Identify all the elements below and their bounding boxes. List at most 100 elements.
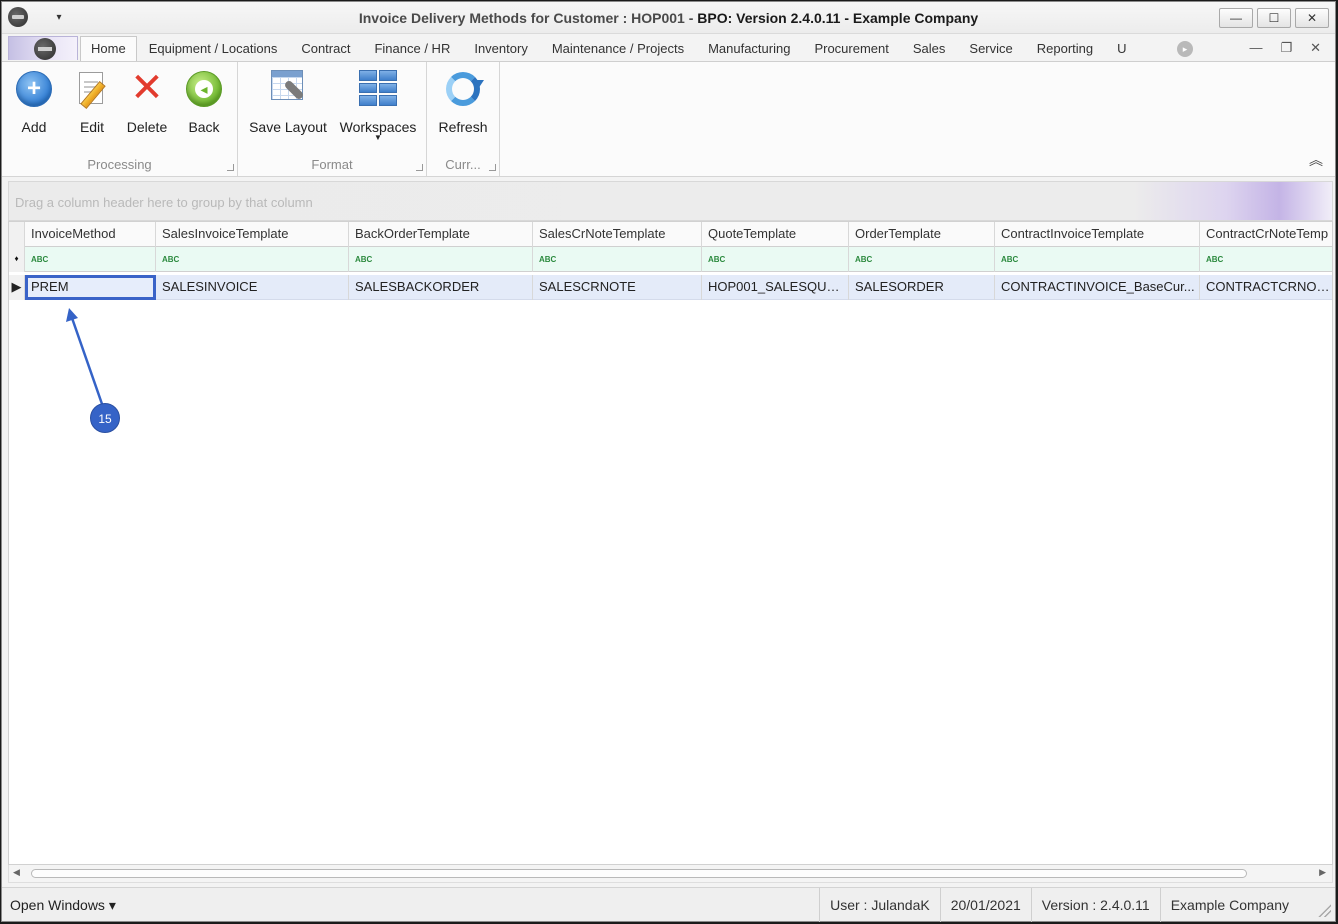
workspaces-dropdown-icon: ▼	[374, 133, 382, 142]
status-items: User : JulandaK 20/01/2021 Version : 2.4…	[819, 888, 1299, 922]
delete-icon: ✕	[130, 66, 164, 110]
collapse-ribbon-icon[interactable]: ︽	[1309, 150, 1323, 170]
filter-abc-icon: ABC	[162, 255, 180, 264]
tab-contract[interactable]: Contract	[289, 36, 362, 62]
group-by-hint: Drag a column header here to group by th…	[15, 195, 313, 210]
filter-cell-backordertemplate[interactable]: ABC	[349, 247, 533, 272]
add-icon: +	[16, 71, 52, 107]
back-icon: ◂	[186, 71, 222, 107]
window-title: Invoice Delivery Methods for Customer : …	[2, 10, 1335, 26]
ribbon-group-label-format: Format	[311, 157, 353, 172]
application-menu-button[interactable]	[8, 36, 78, 60]
row-indicator-icon: ▶	[9, 275, 25, 300]
window-title-version: BPO: Version 2.4.0.11 - Example Company	[697, 10, 979, 26]
filter-cell-contractinvoicetemplate[interactable]: ABC	[995, 247, 1200, 272]
delete-button-label: Delete	[126, 119, 168, 135]
processing-dialog-launcher-icon[interactable]	[227, 164, 234, 171]
filter-cell-contractcrnotetemplate[interactable]: ABC	[1200, 247, 1332, 272]
current-dialog-launcher-icon[interactable]	[489, 164, 496, 171]
ribbon-tab-strip: Home Equipment / Locations Contract Fina…	[2, 34, 1335, 62]
tab-sales[interactable]: Sales	[901, 36, 958, 62]
scrollbar-thumb[interactable]	[31, 869, 1247, 878]
filter-cell-quotetemplate[interactable]: ABC	[702, 247, 849, 272]
cell-quotetemplate[interactable]: HOP001_SALESQUOTE	[702, 275, 849, 300]
column-header-salescrnotetemplate[interactable]: SalesCrNoteTemplate	[533, 222, 702, 247]
mdi-close-button[interactable]: ✕	[1310, 40, 1321, 56]
group-by-panel[interactable]: Drag a column header here to group by th…	[8, 181, 1333, 221]
column-header-invoicemethod[interactable]: InvoiceMethod	[25, 222, 156, 247]
refresh-icon	[446, 72, 484, 106]
save-layout-button[interactable]: Save Layout	[246, 66, 330, 146]
app-menu-logo-icon	[34, 38, 56, 60]
status-user: User : JulandaK	[819, 888, 940, 922]
column-header-backordertemplate[interactable]: BackOrderTemplate	[349, 222, 533, 247]
annotation-step-badge: 15	[90, 403, 120, 433]
column-header-salesinvoicetemplate[interactable]: SalesInvoiceTemplate	[156, 222, 349, 247]
edit-icon	[73, 70, 111, 110]
filter-row-pin-icon: ♦	[9, 247, 25, 272]
save-layout-button-label: Save Layout	[249, 119, 327, 135]
refresh-button-label: Refresh	[438, 119, 488, 135]
tab-equipment-locations[interactable]: Equipment / Locations	[137, 36, 290, 62]
minimize-button[interactable]: —	[1219, 8, 1253, 28]
filter-cell-salescrnotetemplate[interactable]: ABC	[533, 247, 702, 272]
tab-procurement[interactable]: Procurement	[802, 36, 900, 62]
refresh-button[interactable]: Refresh	[433, 66, 493, 146]
add-button[interactable]: + Add	[12, 66, 56, 146]
horizontal-scrollbar[interactable]: ◀ ▶	[8, 865, 1333, 883]
cell-contractinvoicetemplate[interactable]: CONTRACTINVOICE_BaseCur...	[995, 275, 1200, 300]
cell-salescrnotetemplate[interactable]: SALESCRNOTE	[533, 275, 702, 300]
filter-cell-invoicemethod[interactable]: ABC	[25, 247, 156, 272]
tab-u-truncated[interactable]: U	[1105, 36, 1138, 62]
filter-abc-icon: ABC	[31, 255, 49, 264]
open-windows-button[interactable]: Open Windows ▾	[10, 897, 116, 914]
filter-cell-salesinvoicetemplate[interactable]: ABC	[156, 247, 349, 272]
column-header-contractinvoicetemplate[interactable]: ContractInvoiceTemplate	[995, 222, 1200, 247]
tab-home[interactable]: Home	[80, 36, 137, 62]
mdi-controls: — ❐ ✕	[1249, 40, 1321, 56]
back-button[interactable]: ◂ Back	[182, 66, 226, 146]
scroll-right-icon[interactable]: ▶	[1319, 867, 1326, 878]
resize-grip-icon[interactable]	[1317, 903, 1331, 917]
cell-ordertemplate[interactable]: SALESORDER	[849, 275, 995, 300]
workspaces-icon	[359, 70, 397, 106]
window-title-prefix: Invoice Delivery Methods for Customer : …	[358, 10, 698, 26]
ribbon-tabs: Home Equipment / Locations Contract Fina…	[80, 36, 1139, 62]
tab-finance-hr[interactable]: Finance / HR	[362, 36, 462, 62]
edit-button-label: Edit	[79, 119, 105, 135]
save-layout-icon	[269, 70, 307, 108]
workspaces-button[interactable]: Workspaces ▼	[338, 66, 418, 146]
data-grid: InvoiceMethod SalesInvoiceTemplate BackO…	[8, 221, 1333, 865]
close-button[interactable]: ✕	[1295, 8, 1329, 28]
tab-manufacturing[interactable]: Manufacturing	[696, 36, 802, 62]
cell-invoicemethod[interactable]: PREM	[25, 275, 156, 300]
tab-maintenance-projects[interactable]: Maintenance / Projects	[540, 36, 696, 62]
filter-abc-icon: ABC	[1001, 255, 1019, 264]
filter-cell-ordertemplate[interactable]: ABC	[849, 247, 995, 272]
column-header-contractcrnotetemplate[interactable]: ContractCrNoteTemp	[1200, 222, 1332, 247]
delete-button[interactable]: ✕ Delete	[124, 66, 170, 146]
ribbon-group-format: Save Layout Workspaces ▼ Format	[238, 62, 427, 176]
grid-header-row: InvoiceMethod SalesInvoiceTemplate BackO…	[9, 222, 1332, 247]
tab-inventory[interactable]: Inventory	[462, 36, 539, 62]
filter-abc-icon: ABC	[855, 255, 873, 264]
header-indicator-cell	[9, 222, 25, 247]
filter-abc-icon: ABC	[1206, 255, 1224, 264]
column-header-quotetemplate[interactable]: QuoteTemplate	[702, 222, 849, 247]
tab-service[interactable]: Service	[957, 36, 1024, 62]
tab-scroll-right-icon[interactable]: ▸	[1177, 41, 1193, 57]
status-company: Example Company	[1159, 888, 1299, 922]
cell-backordertemplate[interactable]: SALESBACKORDER	[349, 275, 533, 300]
maximize-button[interactable]: ☐	[1257, 8, 1291, 28]
column-header-ordertemplate[interactable]: OrderTemplate	[849, 222, 995, 247]
scroll-left-icon[interactable]: ◀	[13, 867, 20, 878]
edit-button[interactable]: Edit	[70, 66, 114, 146]
mdi-minimize-button[interactable]: —	[1249, 40, 1262, 56]
tab-reporting[interactable]: Reporting	[1025, 36, 1105, 62]
cell-salesinvoicetemplate[interactable]: SALESINVOICE	[156, 275, 349, 300]
cell-contractcrnotetemplate[interactable]: CONTRACTCRNOTE	[1200, 275, 1332, 300]
table-row[interactable]: ▶ PREM SALESINVOICE SALESBACKORDER SALES…	[9, 275, 1332, 300]
format-dialog-launcher-icon[interactable]	[416, 164, 423, 171]
mdi-restore-button[interactable]: ❐	[1280, 40, 1292, 56]
filter-abc-icon: ABC	[539, 255, 557, 264]
